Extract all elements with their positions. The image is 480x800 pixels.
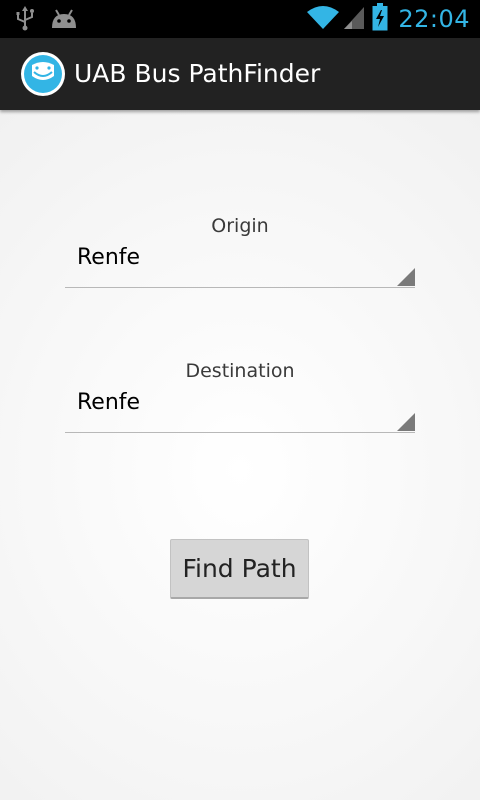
battery-charging-icon (372, 3, 388, 35)
dropdown-arrow-icon (397, 413, 415, 431)
dropdown-arrow-icon (397, 268, 415, 286)
origin-selected-value: Renfe (77, 245, 141, 270)
android-debug-icon (50, 8, 78, 34)
origin-spinner[interactable]: Renfe (65, 237, 415, 288)
origin-label: Origin (211, 215, 269, 237)
destination-selected-value: Renfe (77, 390, 141, 415)
usb-icon (14, 6, 36, 36)
signal-icon (342, 4, 366, 34)
wifi-icon (306, 4, 340, 34)
status-bar: 22:04 (0, 0, 480, 38)
destination-label: Destination (185, 360, 295, 382)
find-path-button[interactable]: Find Path (170, 539, 309, 599)
action-bar: UAB Bus PathFinder (0, 38, 480, 110)
app-logo-icon[interactable] (20, 51, 66, 97)
app-title: UAB Bus PathFinder (74, 59, 321, 88)
destination-spinner[interactable]: Renfe (65, 382, 415, 433)
clock: 22:04 (398, 5, 470, 33)
